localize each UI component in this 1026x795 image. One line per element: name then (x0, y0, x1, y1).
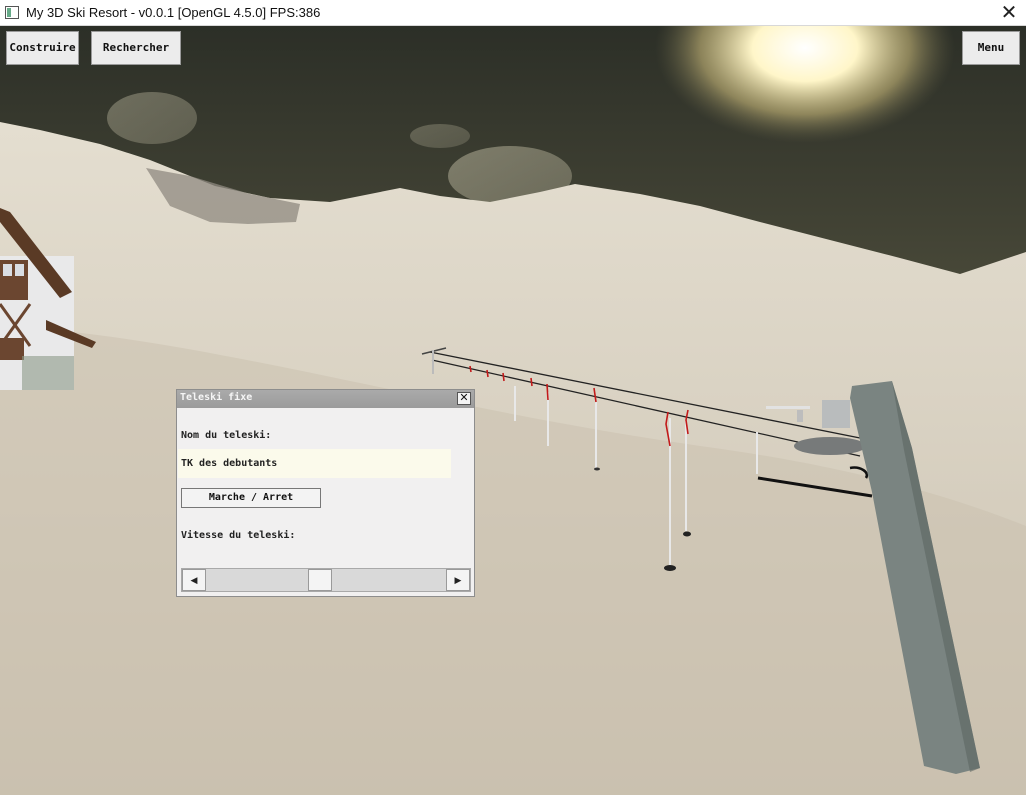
teleski-dialog: Teleski fixe ✕ Nom du teleski: Marche / … (176, 389, 475, 597)
start-stop-button[interactable]: Marche / Arret (181, 488, 321, 508)
lift-name-input[interactable] (178, 449, 451, 478)
lift-name-label: Nom du teleski: (181, 430, 272, 441)
ski-scene[interactable] (0, 26, 1026, 795)
build-button[interactable]: Construire (6, 31, 79, 65)
dialog-header[interactable]: Teleski fixe ✕ (177, 390, 474, 408)
chevron-right-icon[interactable]: ▶ (446, 569, 470, 591)
cloud (410, 124, 470, 148)
window-title: My 3D Ski Resort - v0.0.1 [OpenGL 4.5.0]… (26, 5, 321, 20)
lift-speed-thumb[interactable] (307, 569, 332, 591)
cloud (107, 92, 197, 144)
chevron-left-icon[interactable]: ◀ (182, 569, 206, 591)
dialog-close-icon[interactable]: ✕ (457, 392, 471, 405)
lift-speed-label: Vitesse du teleski: (181, 530, 296, 541)
search-button[interactable]: Rechercher (91, 31, 181, 65)
menu-button[interactable]: Menu (962, 31, 1020, 65)
scene-viewport[interactable] (0, 26, 1026, 795)
dialog-title: Teleski fixe (180, 392, 253, 403)
lift-speed-slider[interactable]: ◀ ▶ (181, 568, 471, 592)
window-close-icon[interactable]: ✕ (992, 0, 1026, 26)
app-icon (5, 6, 19, 19)
window-titlebar: My 3D Ski Resort - v0.0.1 [OpenGL 4.5.0]… (0, 0, 1026, 26)
